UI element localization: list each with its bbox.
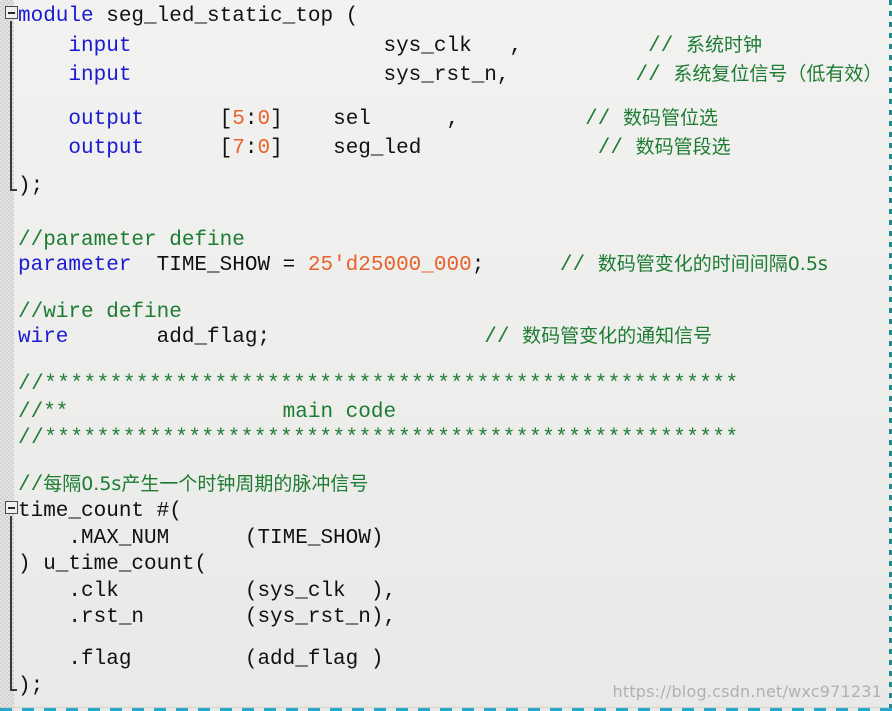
code-token: ] sel , (270, 108, 586, 131)
code-token: 0 (257, 108, 271, 131)
code-line[interactable]: output [7:0] seg_led // 数码管段选 (0, 133, 892, 162)
code-token: parameter (18, 254, 132, 277)
code-editor-window[interactable]: module seg_led_static_top ( input sys_cl… (0, 0, 892, 711)
code-token: //parameter define (18, 229, 245, 252)
code-token: 系统复位信号（低有效） (673, 63, 883, 85)
code-token: 5 (232, 108, 245, 131)
code-token: // (585, 108, 623, 131)
code-token: ; (471, 254, 560, 277)
code-token: // (597, 137, 636, 160)
code-token: input (68, 35, 132, 58)
code-token: : (244, 108, 258, 131)
code-token: ); (18, 175, 44, 198)
code-token: sys_clk , (131, 35, 649, 58)
code-token: .rst_n (sys_rst_n), (18, 606, 397, 629)
code-line[interactable]: //**************************************… (0, 370, 892, 399)
code-line[interactable]: //** main code (0, 398, 892, 427)
code-line[interactable]: wire add_flag; // 数码管变化的通知信号 (0, 322, 892, 351)
code-token: ); (18, 675, 44, 698)
code-token: seg_led_static_top ( (93, 5, 359, 28)
code-token: 数码管段选 (635, 136, 731, 158)
code-line[interactable]: .rst_n (sys_rst_n), (0, 603, 892, 632)
code-token: ) u_time_count( (18, 553, 208, 576)
code-token: 7 (232, 137, 245, 160)
code-line[interactable]: ); (0, 172, 892, 201)
code-token: 25'd25000_000 (307, 254, 472, 277)
code-token: output (68, 108, 145, 131)
code-token: [ (144, 108, 233, 131)
code-line[interactable]: .flag (add_flag ) (0, 645, 892, 674)
code-line[interactable]: input sys_clk , // 系统时钟 (0, 31, 892, 60)
code-token: wire (18, 326, 69, 349)
code-line[interactable]: time_count #( (0, 497, 892, 526)
code-token: 系统时钟 (685, 34, 762, 56)
code-text-area[interactable]: module seg_led_static_top ( input sys_cl… (0, 0, 892, 711)
code-token: //**************************************… (18, 427, 739, 450)
code-token: 数码管位选 (622, 107, 718, 129)
code-token: add_flag; (68, 326, 485, 349)
code-token: //wire define (18, 301, 182, 324)
code-token: : (244, 137, 258, 160)
code-token: // (18, 474, 44, 497)
code-token: ] seg_led (270, 137, 598, 160)
code-token: // (635, 64, 674, 87)
code-token: 数码管变化的通知信号 (522, 325, 713, 347)
code-line[interactable]: module seg_led_static_top ( (0, 2, 892, 31)
code-token: 每隔0.5s产生一个时钟周期的脉冲信号 (43, 473, 369, 495)
watermark-text: https://blog.csdn.net/wxc971231 (612, 682, 882, 701)
code-line[interactable]: input sys_rst_n, // 系统复位信号（低有效） (0, 60, 892, 89)
code-line[interactable]: ) u_time_count( (0, 550, 892, 579)
code-token: //**************************************… (18, 373, 739, 396)
code-line[interactable]: //**************************************… (0, 424, 892, 453)
code-token: output (68, 137, 145, 160)
code-token: .MAX_NUM (TIME_SHOW) (18, 527, 384, 550)
code-token: input (68, 64, 132, 87)
code-token: 0 (257, 137, 271, 160)
code-token: .clk (sys_clk ), (18, 580, 397, 603)
code-token: // (484, 326, 523, 349)
code-line[interactable]: parameter TIME_SHOW = 25'd25000_000; // … (0, 250, 892, 279)
code-token: [ (144, 137, 233, 160)
code-token: .flag (add_flag ) (18, 648, 384, 671)
code-line[interactable]: output [5:0] sel , // 数码管位选 (0, 104, 892, 133)
code-token: // (559, 254, 598, 277)
code-token: 数码管变化的时间间隔0.5s (597, 253, 828, 275)
code-line[interactable]: .MAX_NUM (TIME_SHOW) (0, 524, 892, 553)
code-token: time_count #( (18, 500, 182, 523)
code-line[interactable]: //每隔0.5s产生一个时钟周期的脉冲信号 (0, 470, 892, 499)
code-token: // (648, 35, 686, 58)
code-line[interactable]: .clk (sys_clk ), (0, 577, 892, 606)
code-token: TIME_SHOW = (131, 254, 308, 277)
code-token: module (18, 5, 94, 28)
code-token: //** main code (18, 401, 397, 424)
code-token: sys_rst_n, (131, 64, 636, 87)
